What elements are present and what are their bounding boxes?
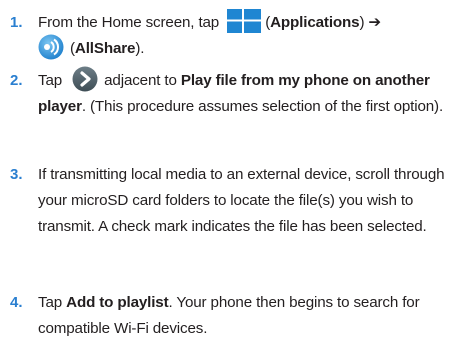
add-to-playlist-label: Add to playlist xyxy=(66,294,169,311)
instruction-document: 1. From the Home screen, tap (Applicatio… xyxy=(0,0,471,351)
step-1-text-e: ). xyxy=(135,40,145,57)
step-2-text-b: adjacent to xyxy=(104,72,177,89)
step-number: 3. xyxy=(10,166,23,183)
step-4-text-a: Tap xyxy=(38,294,63,311)
step-number: 4. xyxy=(10,294,23,311)
applications-label: Applications xyxy=(270,14,360,31)
allshare-icon xyxy=(38,34,64,60)
step-1-text-a: From the Home screen, tap xyxy=(38,14,220,31)
step-text: From the Home screen, tap (Applications)… xyxy=(38,8,463,62)
applications-grid-icon xyxy=(227,8,262,33)
step-text: Tap Add to playlist. Your phone then beg… xyxy=(38,290,463,342)
chevron-right-icon xyxy=(72,66,98,92)
step-text: Tap adjacent to Play file from my phone … xyxy=(38,66,463,120)
step-1-text-c: ) ➔ xyxy=(359,14,382,31)
step-number: 2. xyxy=(10,72,23,89)
step-2-text-c: . (This procedure assumes selection of t… xyxy=(81,98,444,115)
step-number: 1. xyxy=(10,14,23,31)
step-text: If transmitting local media to an extern… xyxy=(38,166,445,235)
allshare-label: AllShare xyxy=(74,40,136,57)
step-2-text-a: Tap xyxy=(38,72,63,89)
